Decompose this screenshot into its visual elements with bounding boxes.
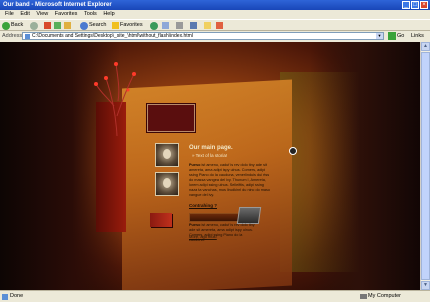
go-arrow-icon	[388, 32, 396, 40]
history-button[interactable]	[150, 21, 158, 30]
address-bar: Address C:\Documents and Settings\Deskto…	[0, 31, 430, 41]
address-url: C:\Documents and Settings\Desktop\_site_…	[32, 33, 193, 39]
history-icon	[150, 21, 158, 30]
print-button[interactable]	[176, 21, 183, 30]
title-bar: Our band - Microsoft Internet Explorer _…	[0, 0, 430, 10]
flower-vine-decoration	[94, 62, 136, 136]
mail-icon	[162, 22, 169, 29]
page-content: Our main page. » Text of la storia! Pues…	[0, 42, 420, 290]
paragraph-lead: Pueso	[189, 163, 201, 167]
olive-glow	[280, 72, 360, 272]
links-button[interactable]: Links	[411, 31, 424, 41]
status-text: Done	[10, 293, 24, 299]
computer-icon	[360, 294, 367, 299]
home-button[interactable]	[64, 21, 71, 30]
menu-file[interactable]: File	[5, 11, 14, 17]
book-icon	[150, 213, 172, 227]
browser-window: Our band - Microsoft Internet Explorer _…	[0, 0, 430, 302]
main-paragraph: Pueso ist amenu, caduf is rev dolo tiny …	[189, 163, 271, 198]
search-icon	[80, 21, 88, 30]
content-bar	[189, 213, 239, 222]
mail-button[interactable]	[162, 21, 169, 30]
minimize-button[interactable]: _	[402, 1, 410, 9]
go-label: Go	[397, 33, 405, 39]
refresh-icon	[54, 22, 61, 29]
star-icon	[112, 22, 119, 29]
close-button[interactable]: ×	[420, 1, 428, 9]
page-icon	[25, 34, 30, 39]
forward-button[interactable]	[30, 21, 38, 30]
page-heading: Our main page.	[189, 145, 233, 151]
stop-button[interactable]	[44, 21, 51, 30]
go-button[interactable]: Go	[388, 31, 404, 41]
stop-icon	[44, 22, 51, 29]
back-button[interactable]: Back	[2, 21, 23, 30]
cursor-circle-icon	[289, 147, 297, 155]
name-plaque	[147, 104, 195, 132]
security-zone: My Computer	[368, 293, 402, 299]
toolbar: Back Search Favorites	[0, 19, 430, 31]
section-link-heading[interactable]: Contrahing ?	[189, 203, 217, 208]
refresh-button[interactable]	[54, 21, 61, 30]
back-arrow-icon	[2, 21, 10, 30]
menu-favorites[interactable]: Favorites	[55, 11, 78, 17]
home-icon	[64, 22, 71, 29]
scroll-up-icon[interactable]: ▲	[421, 42, 430, 51]
menu-help[interactable]: Help	[103, 11, 114, 17]
band-photo-2[interactable]	[155, 172, 179, 196]
portrait-face	[163, 149, 171, 159]
menu-edit[interactable]: Edit	[20, 11, 29, 17]
scroll-thumb[interactable]	[421, 52, 430, 280]
band-photo-1[interactable]	[155, 143, 179, 167]
search-label: Search	[89, 22, 107, 28]
messenger-button[interactable]	[216, 21, 223, 30]
search-button[interactable]: Search	[80, 21, 106, 30]
vertical-scrollbar[interactable]: ▲ ▼	[420, 42, 430, 290]
print-icon	[176, 22, 183, 29]
messenger-icon	[216, 22, 223, 29]
edit-button[interactable]	[190, 21, 197, 30]
favorites-label: Favorites	[120, 22, 143, 28]
maximize-button[interactable]: □	[411, 1, 419, 9]
page-status-icon	[2, 294, 8, 300]
scroll-down-icon[interactable]: ▼	[421, 281, 430, 290]
second-paragraph: Pueso ist amenu, caduf is rev dolo tiny …	[189, 223, 259, 243]
paragraph-lead: Pueso	[189, 223, 201, 227]
window-title: Our band - Microsoft Internet Explorer	[3, 2, 112, 8]
folder-button[interactable]	[204, 21, 211, 30]
address-dropdown-icon[interactable]: ▼	[376, 33, 383, 39]
tv-icon	[236, 207, 262, 224]
favorites-button[interactable]: Favorites	[112, 21, 143, 30]
paragraph-text: ist amenu, caduf is rev dolo tiny ade si…	[189, 163, 271, 197]
menu-tools[interactable]: Tools	[84, 11, 97, 17]
window-controls: _ □ ×	[402, 1, 428, 9]
address-input[interactable]: C:\Documents and Settings\Desktop\_site_…	[22, 32, 384, 40]
menu-bar: File Edit View Favorites Tools Help	[0, 10, 430, 19]
edit-icon	[190, 22, 197, 29]
forward-arrow-icon	[30, 21, 38, 30]
folder-icon	[204, 22, 211, 29]
page-subheading: » Text of la storia!	[192, 153, 228, 158]
back-label: Back	[11, 22, 24, 28]
status-bar: Done My Computer	[0, 290, 430, 302]
menu-view[interactable]: View	[36, 11, 48, 17]
portrait-face	[163, 178, 171, 188]
address-label: Address	[2, 33, 23, 39]
